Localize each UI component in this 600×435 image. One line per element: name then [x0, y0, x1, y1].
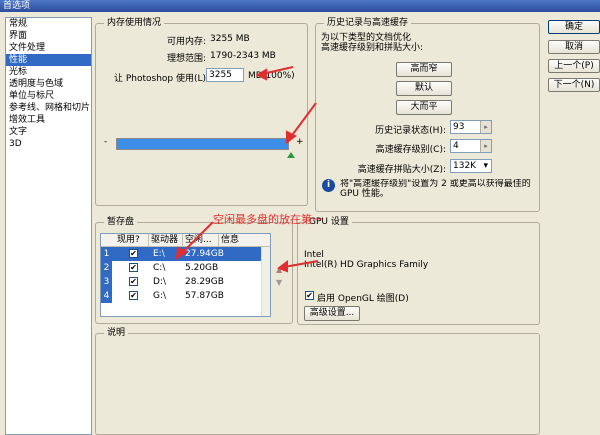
- cache-levels-value: 4: [453, 141, 459, 151]
- col-drive[interactable]: 驱动器: [149, 234, 183, 247]
- memory-slider-thumb[interactable]: [287, 152, 295, 158]
- cache-info-text: 将"高速缓存级别"设置为 2 或更高以获得最佳的 GPU 性能。: [340, 179, 531, 199]
- active-checkbox[interactable]: ✔: [129, 277, 138, 286]
- tile-size-select[interactable]: 132K ▾: [450, 159, 492, 173]
- advanced-settings-button[interactable]: 高级设置...: [304, 306, 360, 321]
- big-flat-button[interactable]: 大而平: [396, 100, 452, 115]
- ideal-range-value: 1790-2343 MB: [210, 51, 276, 61]
- row-number: 4: [101, 289, 112, 303]
- active-checkbox[interactable]: ✔: [129, 249, 138, 258]
- row-number: 1: [101, 247, 112, 261]
- row-number: 2: [101, 261, 112, 275]
- gpu-card: Intel(R) HD Graphics Family: [304, 260, 429, 270]
- opengl-label: 启用 OpenGL 绘图(D): [317, 294, 409, 304]
- category-item[interactable]: 单位与标尺: [6, 90, 91, 102]
- category-item[interactable]: 增效工具: [6, 114, 91, 126]
- cache-levels-input[interactable]: 4 ▸: [450, 139, 492, 153]
- available-memory-label: 可用内存:: [166, 37, 206, 47]
- free-space: 57.87GB: [185, 291, 224, 301]
- category-item[interactable]: 界面: [6, 30, 91, 42]
- category-item[interactable]: 文件处理: [6, 42, 91, 54]
- free-space: 27.94GB: [185, 249, 224, 259]
- scratch-scrollbar[interactable]: [261, 247, 270, 316]
- default-button[interactable]: 默认: [396, 81, 452, 96]
- cancel-button[interactable]: 取消: [548, 40, 600, 54]
- drive-letter: G:\: [153, 291, 167, 301]
- col-active[interactable]: 现用?: [115, 234, 149, 247]
- drive-letter: E:\: [153, 249, 165, 259]
- col-free[interactable]: 空闲...: [183, 234, 219, 247]
- category-item[interactable]: 文字: [6, 126, 91, 138]
- slider-max-label: +: [296, 137, 304, 147]
- move-up-icon[interactable]: ▲: [276, 265, 282, 274]
- scratch-disks-group: 暂存盘 现用? 驱动器 空闲... 信息 1 E:\ 27.94GB ✔ 2 C:\ 5.2…: [95, 217, 293, 324]
- memory-percent-label: MB(100%): [248, 71, 295, 81]
- table-row[interactable]: 3 D:\ 28.29GB ✔: [101, 275, 270, 289]
- memory-legend: 内存使用情况: [104, 18, 165, 29]
- category-list[interactable]: 常规 界面 文件处理 性能 光标 透明度与色域 单位与标尺 参考线、网格和切片 增效工具 文字 3D: [5, 17, 92, 435]
- gpu-vendor: Intel: [304, 250, 324, 260]
- ideal-range-label: 理想范围:: [166, 54, 206, 64]
- cache-levels-label: 高速缓存级别(C):: [375, 145, 446, 155]
- history-cache-group: 历史记录与高速缓存 为以下类型的文档优化 高速缓存级别和拼贴大小: 高而窄 默认…: [315, 18, 540, 212]
- let-photoshop-use-label: 让 Photoshop 使用(L):: [114, 74, 210, 84]
- scratch-rows: 1 E:\ 27.94GB ✔ 2 C:\ 5.20GB ✔ 3 D:\ 28.29GB ✔ 4 G:\ 5…: [101, 247, 270, 303]
- category-item[interactable]: 3D: [6, 138, 91, 150]
- category-item[interactable]: 性能: [6, 54, 91, 66]
- cache-levels-spin-icon[interactable]: ▸: [480, 140, 491, 152]
- slider-min-label: -: [104, 137, 108, 147]
- annotation-text: 空闲最多盘的放在第一: [213, 213, 323, 226]
- history-desc: 为以下类型的文档优化 高速缓存级别和拼贴大小:: [321, 33, 424, 53]
- drive-letter: D:\: [153, 277, 166, 287]
- drive-letter: C:\: [153, 263, 166, 273]
- prev-button[interactable]: 上一个(P): [548, 59, 600, 73]
- col-info[interactable]: 信息: [219, 234, 263, 247]
- tall-thin-button[interactable]: 高而窄: [396, 62, 452, 77]
- available-memory-value: 3255 MB: [210, 34, 250, 44]
- window-title: 首选项: [0, 0, 600, 12]
- info-icon: i: [322, 179, 335, 192]
- active-checkbox[interactable]: ✔: [129, 291, 138, 300]
- free-space: 28.29GB: [185, 277, 224, 287]
- history-states-value: 93: [453, 122, 465, 132]
- description-legend: 说明: [104, 328, 129, 339]
- category-item[interactable]: 参考线、网格和切片: [6, 102, 91, 114]
- tile-size-value: 132K: [453, 161, 477, 171]
- description-group: 说明: [95, 328, 540, 435]
- table-row[interactable]: 2 C:\ 5.20GB ✔: [101, 261, 270, 275]
- memory-usage-group: 内存使用情况 可用内存: 3255 MB 理想范围: 1790-2343 MB …: [95, 18, 308, 206]
- opengl-checkbox[interactable]: ✔: [305, 291, 314, 300]
- free-space: 5.20GB: [185, 263, 219, 273]
- scratch-legend: 暂存盘: [104, 217, 138, 228]
- chevron-down-icon: ▾: [483, 161, 488, 171]
- row-number: 3: [101, 275, 112, 289]
- history-states-label: 历史记录状态(H):: [375, 126, 446, 136]
- active-checkbox[interactable]: ✔: [129, 263, 138, 272]
- category-item[interactable]: 透明度与色域: [6, 78, 91, 90]
- scratch-disk-table[interactable]: 现用? 驱动器 空闲... 信息 1 E:\ 27.94GB ✔ 2 C:\ 5.20GB ✔…: [100, 233, 271, 317]
- ok-button[interactable]: 确定: [548, 20, 600, 34]
- scratch-table-header: 现用? 驱动器 空闲... 信息: [101, 234, 270, 247]
- category-item[interactable]: 常规: [6, 18, 91, 30]
- memory-amount-input[interactable]: 3255: [206, 68, 244, 82]
- category-item[interactable]: 光标: [6, 66, 91, 78]
- table-row[interactable]: 1 E:\ 27.94GB ✔: [101, 247, 270, 261]
- next-button[interactable]: 下一个(N): [548, 78, 600, 92]
- gpu-settings-group: GPU 设置 Intel Intel(R) HD Graphics Family…: [297, 217, 540, 325]
- move-down-icon[interactable]: ▼: [276, 278, 282, 287]
- history-states-spin-icon[interactable]: ▸: [480, 121, 491, 133]
- memory-slider[interactable]: [116, 138, 289, 150]
- tile-size-label: 高速缓存拼贴大小(Z):: [357, 165, 446, 175]
- history-legend: 历史记录与高速缓存: [324, 18, 412, 29]
- table-row[interactable]: 4 G:\ 57.87GB ✔: [101, 289, 270, 303]
- history-states-input[interactable]: 93 ▸: [450, 120, 492, 134]
